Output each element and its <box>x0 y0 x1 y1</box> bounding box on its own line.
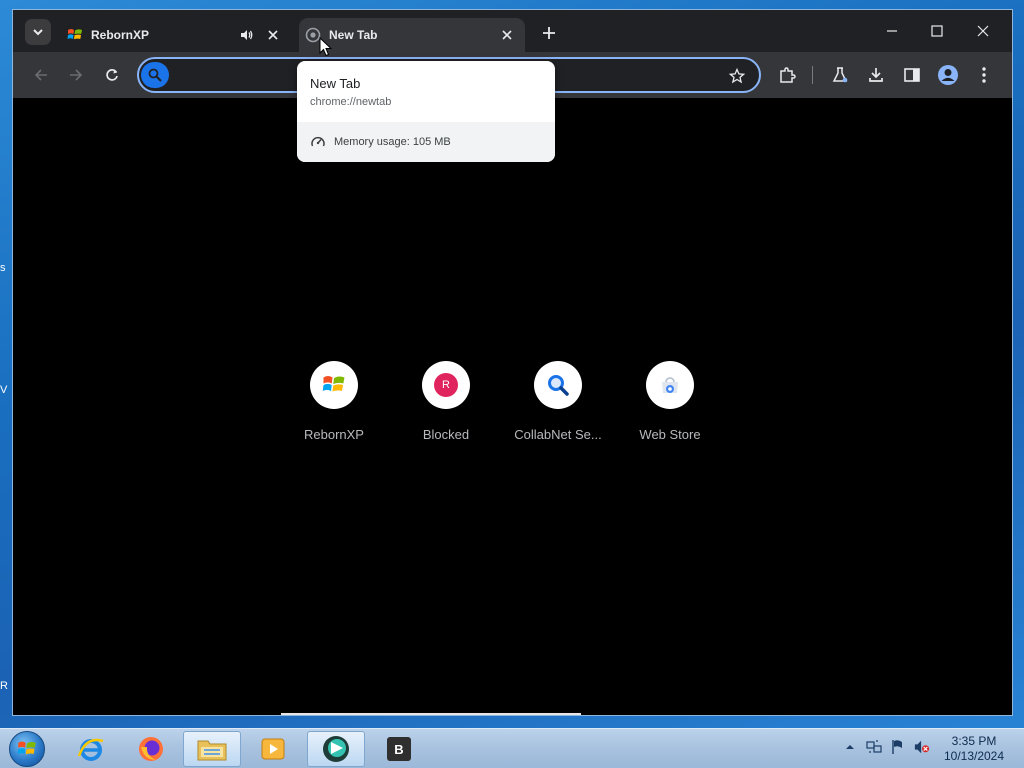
letter-b-icon: B <box>387 737 411 761</box>
magnifier-icon <box>534 361 582 409</box>
tab-title: RebornXP <box>91 28 150 42</box>
close-icon <box>977 25 989 37</box>
taskbar-firefox[interactable] <box>122 731 180 767</box>
puzzle-icon <box>780 67 796 83</box>
memory-usage-row: Memory usage: 105 MB <box>297 122 555 162</box>
forward-button[interactable] <box>65 64 87 86</box>
close-tab-icon[interactable] <box>499 27 515 43</box>
volume-muted-icon[interactable] <box>914 739 930 755</box>
tab-strip: RebornXP New Tab <box>13 10 1012 52</box>
shortcut-label: RebornXP <box>304 427 364 442</box>
chevron-down-icon <box>33 29 43 36</box>
back-button[interactable] <box>30 64 52 86</box>
close-window-button[interactable] <box>968 20 998 42</box>
tab-title: New Tab <box>329 28 378 42</box>
new-tab-button[interactable] <box>540 24 558 42</box>
shortcut-label: CollabNet Se... <box>514 427 602 442</box>
reload-icon <box>106 69 118 81</box>
show-hidden-icons-button[interactable] <box>842 739 858 755</box>
shortcut-tile[interactable]: Web Store <box>615 361 725 442</box>
mouse-cursor-icon <box>319 37 333 57</box>
firefox-icon <box>139 737 163 761</box>
letter-r-badge: R <box>434 373 458 397</box>
tab-rebornxp[interactable]: RebornXP <box>61 18 291 52</box>
hover-card-title: New Tab <box>310 76 361 91</box>
shortcut-grid: RebornXP R Blocked CollabNet Se... Web S… <box>303 361 723 461</box>
web-store-icon <box>646 361 694 409</box>
internet-explorer-icon <box>77 738 104 761</box>
side-panel-icon <box>904 68 920 82</box>
plus-icon <box>543 27 555 39</box>
taskbar-file-explorer[interactable] <box>183 731 241 767</box>
profile-button[interactable] <box>937 64 959 86</box>
reload-button[interactable] <box>101 64 123 86</box>
hover-card-url: chrome://newtab <box>310 96 392 108</box>
clock-time: 3:35 PM <box>951 734 997 748</box>
browser-window: RebornXP New Tab RebornXP R Blocked Coll… <box>12 9 1013 716</box>
speaker-icon[interactable] <box>239 27 255 43</box>
media-player-icon <box>261 738 285 760</box>
horizontal-scrollbar[interactable] <box>281 713 581 715</box>
shortcut-label: Blocked <box>422 427 470 442</box>
search-icon <box>141 62 169 88</box>
flask-icon <box>832 67 848 83</box>
network-icon[interactable] <box>866 739 882 755</box>
shortcut-tile[interactable]: CollabNet Se... <box>503 361 613 442</box>
labs-button[interactable] <box>829 64 851 86</box>
maximize-button[interactable] <box>922 20 952 42</box>
browser-icon <box>323 736 349 762</box>
arrow-left-icon <box>34 69 47 81</box>
taskbar-app-b[interactable]: B <box>370 731 428 767</box>
chevron-up-icon <box>846 745 854 749</box>
arrow-right-icon <box>70 69 83 81</box>
shortcut-label: Web Store <box>639 427 701 442</box>
maximize-icon <box>931 25 943 37</box>
kebab-menu-icon <box>982 67 986 83</box>
downloads-button[interactable] <box>865 64 887 86</box>
windows-flag-icon <box>310 361 358 409</box>
tab-hover-card: New Tab chrome://newtab Memory usage: 10… <box>297 61 555 162</box>
action-center-flag-icon[interactable] <box>890 739 906 755</box>
clock-date: 10/13/2024 <box>943 749 1005 763</box>
new-tab-page: RebornXP R Blocked CollabNet Se... Web S… <box>13 98 1012 715</box>
gauge-icon <box>310 134 326 150</box>
folder-icon <box>197 740 227 761</box>
close-tab-icon[interactable] <box>265 27 281 43</box>
minimize-icon <box>887 30 897 32</box>
shortcut-tile[interactable]: RebornXP <box>279 361 389 442</box>
taskbar-media-player[interactable] <box>244 731 302 767</box>
taskbar: B 3:35 PM 10/13/2024 <box>0 728 1024 768</box>
side-panel-button[interactable] <box>901 64 923 86</box>
avatar-icon <box>938 65 958 85</box>
shortcut-tile[interactable]: R Blocked <box>391 361 501 442</box>
windows-flag-icon <box>67 27 83 43</box>
start-button[interactable] <box>9 731 45 767</box>
toolbar-separator <box>812 66 813 84</box>
taskbar-browser[interactable] <box>307 731 365 767</box>
memory-usage-text: Memory usage: 105 MB <box>334 136 451 148</box>
bookmark-star-icon[interactable] <box>727 66 747 86</box>
taskbar-internet-explorer[interactable] <box>62 731 120 767</box>
windows-logo-icon <box>17 741 36 755</box>
extensions-button[interactable] <box>776 64 798 86</box>
system-clock[interactable]: 3:35 PM 10/13/2024 <box>938 734 1010 764</box>
minimize-button[interactable] <box>877 20 907 42</box>
tab-search-button[interactable] <box>25 19 51 45</box>
download-icon <box>869 68 883 82</box>
menu-button[interactable] <box>973 64 995 86</box>
letter-r-icon: R <box>422 361 470 409</box>
